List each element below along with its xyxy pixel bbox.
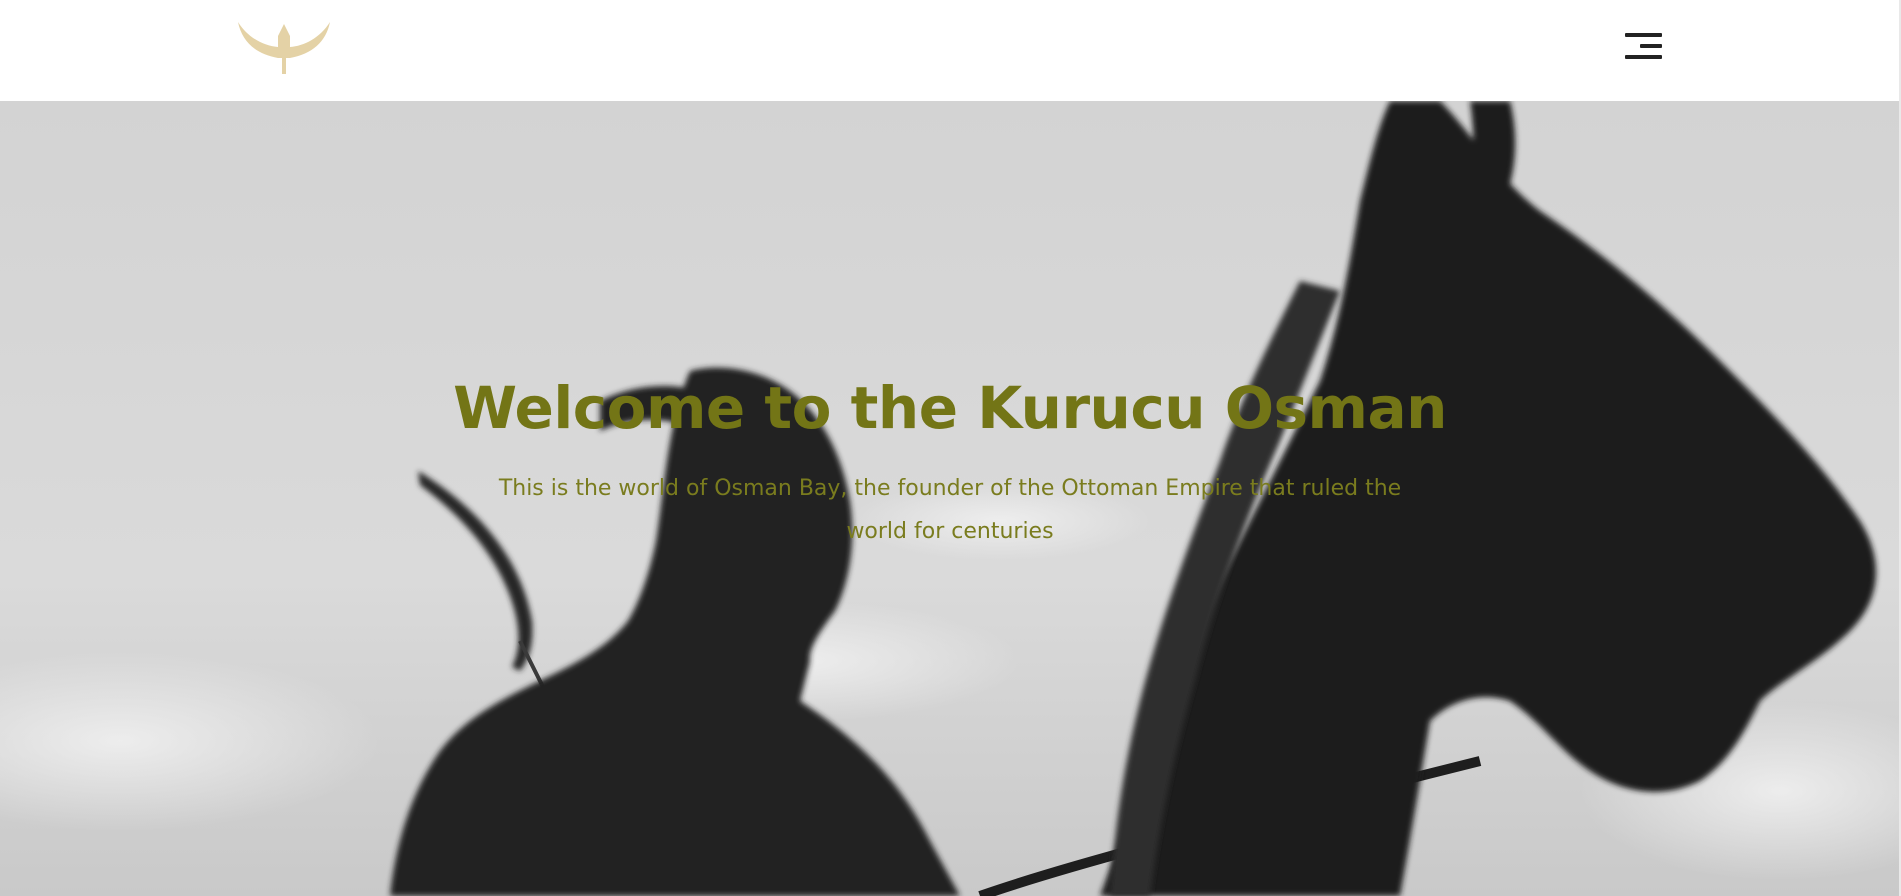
menu-toggle-button[interactable] bbox=[1622, 30, 1664, 62]
hero-section: Welcome to the Kurucu Osman This is the … bbox=[0, 101, 1899, 896]
hero-subtitle: This is the world of Osman Bay, the foun… bbox=[498, 476, 1402, 544]
eagle-emblem-icon bbox=[238, 22, 330, 74]
page: Welcome to the Kurucu Osman This is the … bbox=[0, 0, 1901, 896]
hero-title: Welcome to the Kurucu Osman bbox=[453, 374, 1447, 442]
site-header bbox=[0, 0, 1901, 101]
hero-content: Welcome to the Kurucu Osman This is the … bbox=[400, 373, 1500, 553]
